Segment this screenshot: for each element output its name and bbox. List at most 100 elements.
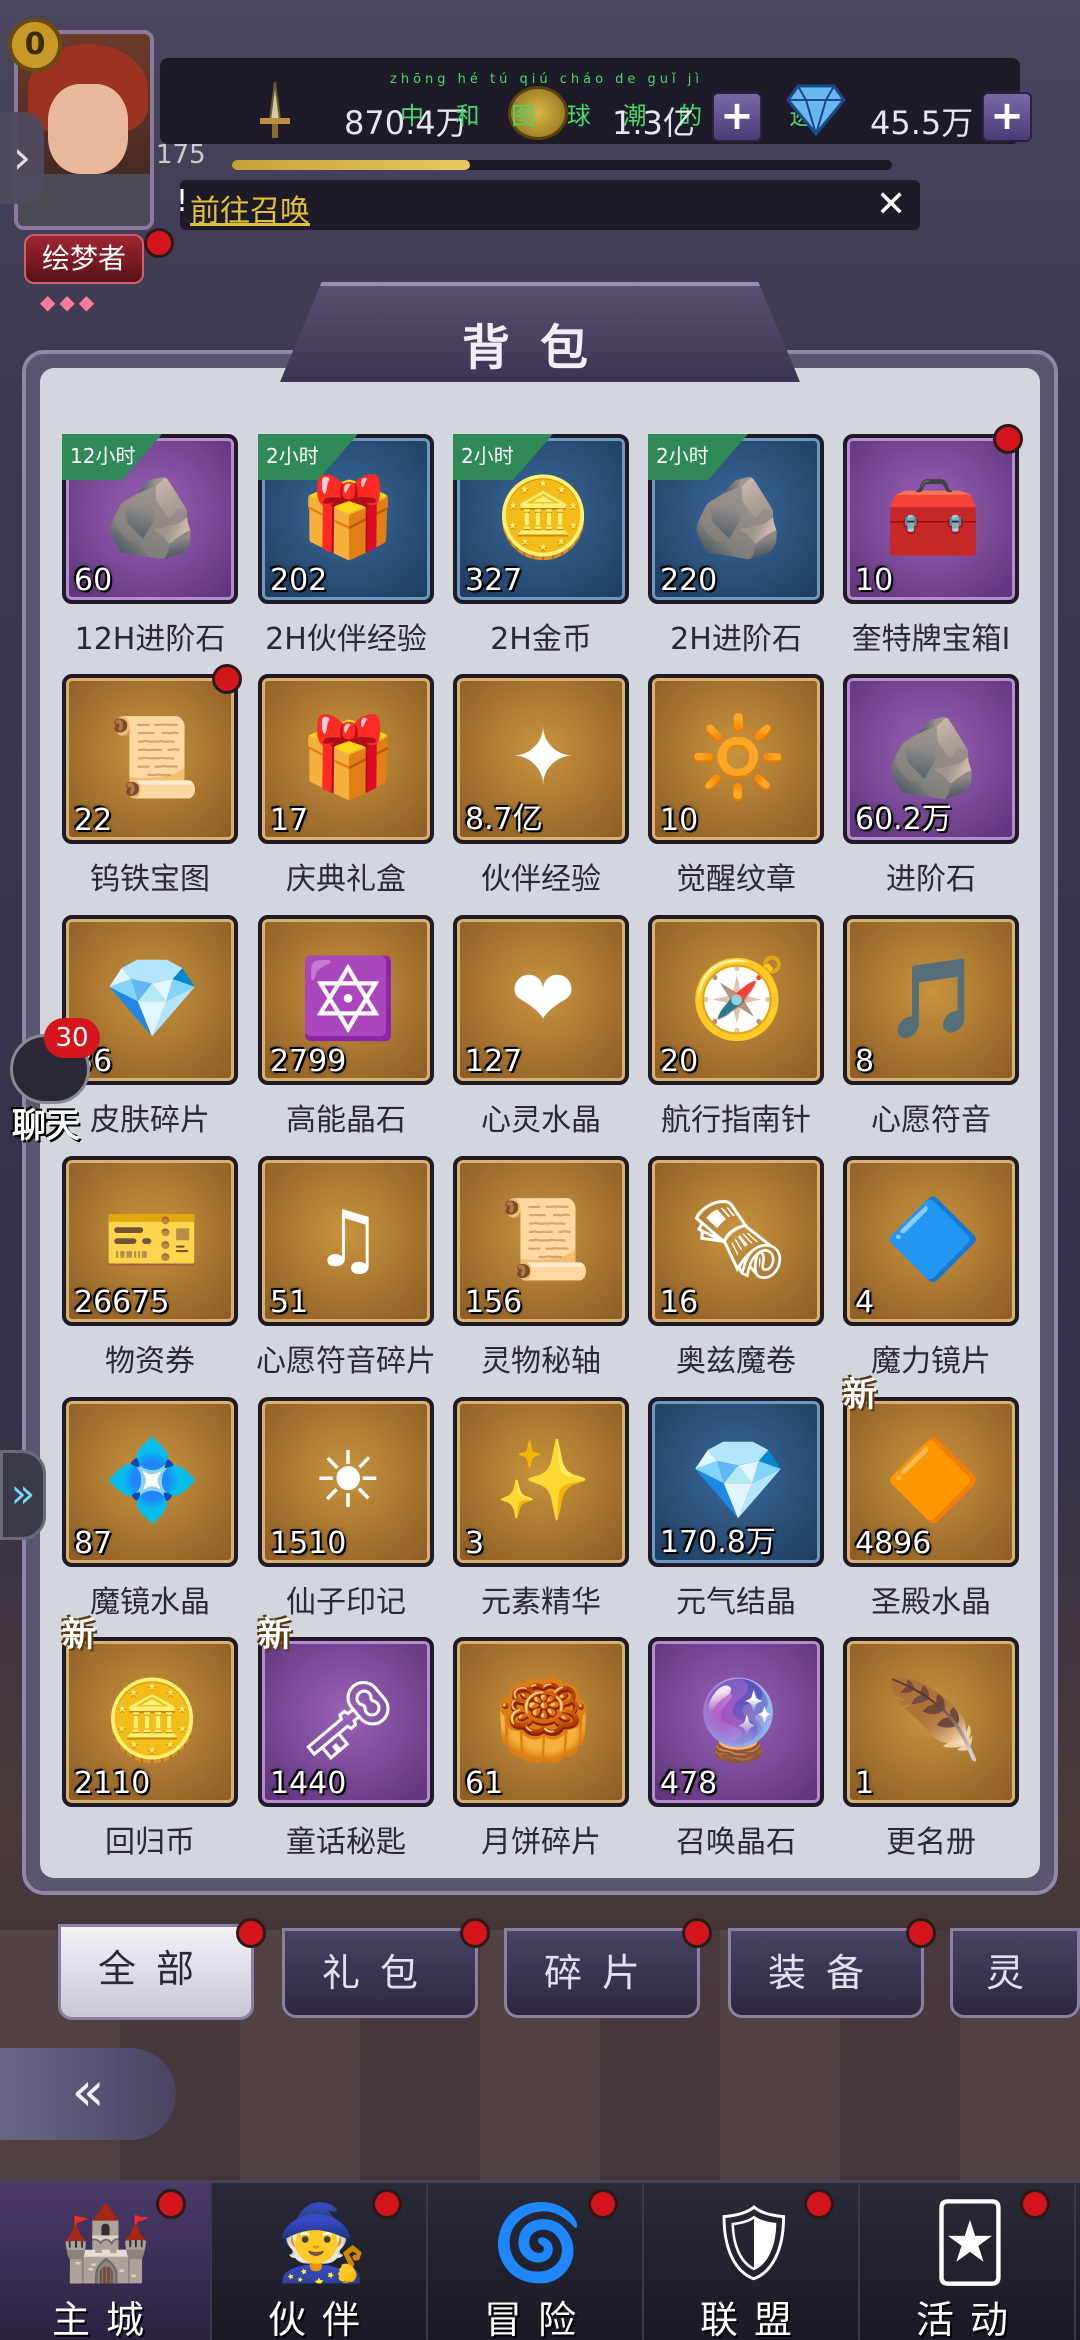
- element-essence-icon: ✨: [494, 1435, 592, 1526]
- item-count: 2799: [270, 1044, 347, 1079]
- item-name: 进阶石: [886, 862, 976, 897]
- item-count: 22: [74, 803, 113, 838]
- nav-notification-dot: [804, 2189, 834, 2219]
- item-name: 回归币: [105, 1825, 195, 1860]
- heart-crystal-icon: ❤: [510, 954, 576, 1044]
- item-name: 心灵水晶: [481, 1103, 601, 1138]
- tab-notification-dot: [236, 1918, 266, 1948]
- nav-item-1[interactable]: 🧙 伙伴: [216, 2183, 428, 2340]
- back-button[interactable]: «: [0, 2048, 176, 2140]
- item-name: 月饼碎片: [481, 1825, 601, 1860]
- tab-3[interactable]: 装备: [728, 1928, 924, 2018]
- tab-4[interactable]: 灵: [950, 1928, 1080, 2018]
- cards-icon: 🃏: [932, 2200, 1008, 2286]
- tab-1[interactable]: 礼包: [282, 1928, 478, 2018]
- inventory-item[interactable]: 🗝 新 1440: [258, 1615, 434, 1807]
- inventory-item[interactable]: ✦ 8.7亿: [453, 674, 629, 844]
- tab-notification-dot: [682, 1918, 712, 1948]
- item-count: 87: [74, 1526, 113, 1561]
- item-name: 召唤晶石: [676, 1825, 796, 1860]
- inventory-item[interactable]: ☀ 1510: [258, 1397, 434, 1567]
- inventory-item[interactable]: 🥮 61: [453, 1637, 629, 1807]
- nav-notification-dot: [156, 2189, 186, 2219]
- item-name: 元气结晶: [676, 1585, 796, 1620]
- new-badge: 新: [62, 1615, 96, 1655]
- double-chevron-icon: »: [10, 1471, 36, 1517]
- inventory-item[interactable]: 🔮 478: [648, 1637, 824, 1807]
- music-note-stone-icon: 🎵: [884, 953, 982, 1044]
- item-count: 61: [465, 1766, 504, 1801]
- add-diamond-button[interactable]: +: [982, 92, 1032, 142]
- exp-bar-fill: [232, 160, 470, 170]
- item-count: 4896: [855, 1526, 932, 1561]
- item-notification-dot: [212, 664, 242, 694]
- item-count: 220: [660, 563, 718, 598]
- nav-notification-dot: [588, 2189, 618, 2219]
- nav-item-3[interactable]: 🛡 联盟: [648, 2183, 860, 2340]
- inventory-item[interactable]: 🎁 17: [258, 674, 434, 844]
- treasure-chest-icon: 🧰: [884, 472, 982, 563]
- gold-value: 1.3亿: [612, 104, 695, 142]
- title-badge[interactable]: 绘梦者: [24, 234, 144, 284]
- inventory-item[interactable]: 🧰 10: [843, 434, 1019, 604]
- inventory-item[interactable]: 💎 170.8万: [648, 1397, 824, 1567]
- item-name: 觉醒纹章: [676, 862, 796, 897]
- item-name: 庆典礼盒: [286, 862, 406, 897]
- inventory-item[interactable]: 🪶 1: [843, 1637, 1019, 1807]
- inventory-item[interactable]: 🔆 10: [648, 674, 824, 844]
- inventory-item[interactable]: 🧭 20: [648, 915, 824, 1085]
- item-count: 202: [270, 563, 328, 598]
- item-count: 478: [660, 1766, 718, 1801]
- inventory-item[interactable]: ♫ 51: [258, 1156, 434, 1326]
- nav-label: 联盟: [699, 2298, 808, 2340]
- tab-0[interactable]: 全部: [58, 1924, 254, 2020]
- inventory-item[interactable]: 🗞 16: [648, 1156, 824, 1326]
- inventory-item[interactable]: 🪨 2小时 220: [648, 434, 824, 604]
- chat-unread-badge: 30: [44, 1018, 100, 1058]
- inventory-item[interactable]: 🪙 新 2110: [62, 1615, 238, 1807]
- scroll-icon: 📜: [494, 1194, 592, 1285]
- inventory-item[interactable]: 📜 22: [62, 674, 238, 844]
- inventory-item[interactable]: 💠 87: [62, 1397, 238, 1567]
- panel-title-plate: 背包: [280, 282, 800, 382]
- nav-item-2[interactable]: 🌀 冒险: [432, 2183, 644, 2340]
- inventory-item[interactable]: ❤ 127: [453, 915, 629, 1085]
- inventory-item[interactable]: 🎵 8: [843, 915, 1019, 1085]
- nav-item-4[interactable]: 🃏 活动: [864, 2183, 1076, 2340]
- item-name: 物资券: [105, 1344, 195, 1379]
- inventory-item[interactable]: 🔯 2799: [258, 915, 434, 1085]
- inventory-item[interactable]: 🪨 12小时 60: [62, 434, 238, 604]
- inventory-item[interactable]: 📜 156: [453, 1156, 629, 1326]
- inventory-item[interactable]: 🪙 2小时 327: [453, 434, 629, 604]
- add-gold-button[interactable]: +: [712, 92, 762, 142]
- nav-notification-dot: [1020, 2189, 1050, 2219]
- castle-icon: 🏰: [59, 2200, 153, 2286]
- side-panel-toggle[interactable]: »: [0, 1450, 46, 1540]
- item-name: 12H进阶石: [74, 622, 226, 657]
- item-name: 2H进阶石: [670, 622, 802, 657]
- item-count: 20: [660, 1044, 699, 1079]
- expand-arrow-icon[interactable]: ›: [0, 112, 44, 204]
- close-icon[interactable]: ✕: [876, 184, 906, 225]
- ore-icon: 🪨: [103, 472, 201, 563]
- nav-label: 伙伴: [267, 2298, 376, 2340]
- category-tabs: 全部 礼包 碎片 装备灵: [40, 1918, 1080, 2020]
- item-name: 高能晶石: [286, 1103, 406, 1138]
- inventory-item[interactable]: 🪨 60.2万: [843, 674, 1019, 844]
- quest-banner[interactable]: ! 前往召唤 ✕: [176, 180, 920, 230]
- inventory-item[interactable]: 🔶 新 4896: [843, 1375, 1019, 1567]
- inventory-item[interactable]: 🎫 26675: [62, 1156, 238, 1326]
- nav-item-0[interactable]: 🏰 主城: [0, 2183, 212, 2340]
- inventory-item[interactable]: 🎁 2小时 202: [258, 434, 434, 604]
- item-name: 航行指南针: [661, 1103, 811, 1138]
- inventory-item[interactable]: 🔷 4: [843, 1156, 1019, 1326]
- nav-label: 冒险: [483, 2298, 592, 2340]
- nav-label: 活动: [915, 2298, 1024, 2340]
- inventory-item[interactable]: ✨ 3: [453, 1397, 629, 1567]
- item-name: 更名册: [886, 1825, 976, 1860]
- quest-link[interactable]: 前往召唤: [190, 186, 310, 230]
- chat-button[interactable]: 30 聊天: [0, 1018, 110, 1146]
- item-name: 奎特牌宝箱I: [851, 622, 1011, 657]
- quest-prefix: !: [176, 184, 189, 219]
- tab-2[interactable]: 碎片: [504, 1928, 700, 2018]
